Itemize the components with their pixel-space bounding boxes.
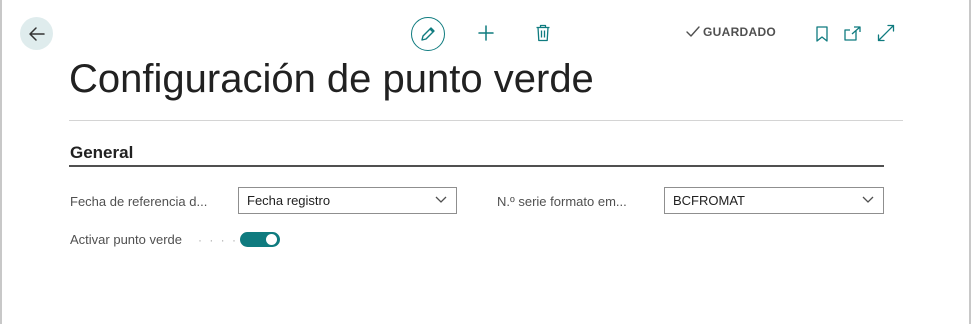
- new-button[interactable]: [474, 21, 498, 45]
- reference-date-select[interactable]: Fecha registro: [238, 187, 457, 214]
- activate-label: Activar punto verde: [70, 232, 183, 247]
- save-status-label: GUARDADO: [703, 25, 777, 39]
- title-divider: [69, 120, 903, 121]
- plus-icon: [478, 25, 494, 41]
- pencil-icon: [421, 27, 435, 41]
- series-format-select[interactable]: BCFROMAT: [664, 187, 884, 214]
- arrow-left-icon: [28, 26, 45, 41]
- section-divider: [69, 165, 884, 167]
- page-title: Configuración de punto verde: [69, 57, 594, 101]
- delete-button[interactable]: [531, 21, 555, 45]
- bookmark-icon: [816, 26, 828, 42]
- series-format-label: N.º serie formato em...: [497, 194, 627, 209]
- open-new-window-icon: [844, 26, 861, 41]
- chevron-down-icon: [435, 196, 447, 203]
- reference-date-label: Fecha de referencia d...: [70, 194, 208, 209]
- bookmark-button[interactable]: [813, 22, 831, 46]
- activate-toggle[interactable]: [240, 232, 280, 247]
- expand-button[interactable]: [876, 23, 896, 43]
- series-format-value: BCFROMAT: [673, 193, 745, 208]
- open-new-window-button[interactable]: [843, 24, 863, 44]
- chevron-down-icon: [862, 196, 874, 203]
- save-status: GUARDADO: [686, 25, 776, 39]
- back-button[interactable]: [20, 17, 53, 50]
- window-left-border: [0, 0, 2, 324]
- edit-button[interactable]: [411, 17, 445, 51]
- expand-icon: [877, 24, 895, 42]
- trash-icon: [536, 24, 550, 42]
- checkmark-icon: [686, 26, 700, 37]
- section-title-general[interactable]: General: [70, 143, 133, 163]
- toggle-knob: [266, 234, 277, 245]
- reference-date-value: Fecha registro: [247, 193, 331, 208]
